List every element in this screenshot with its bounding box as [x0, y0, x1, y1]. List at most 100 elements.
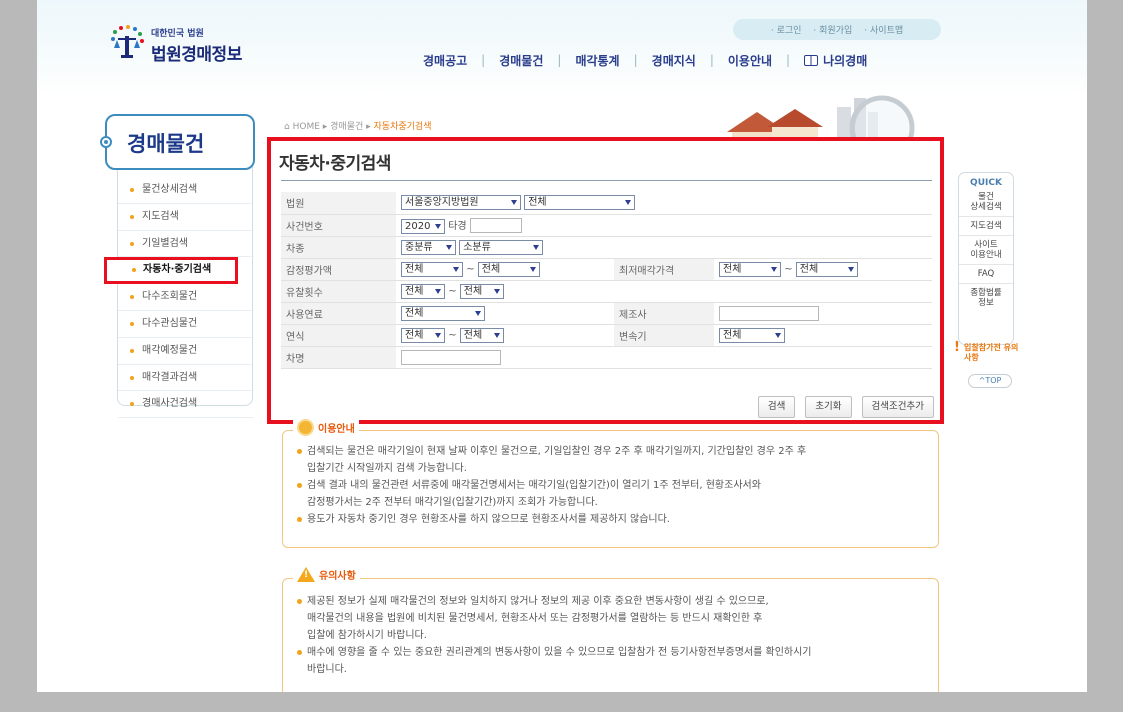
court-cell: 서울중앙지방법원 전체 — [396, 192, 932, 215]
caution-tag: ! 유의사항 — [293, 567, 360, 582]
maker-label: 제조사 — [614, 302, 714, 325]
guide-tag-label: 이용안내 — [318, 424, 355, 435]
org-subtitle: 대한민국 법원 — [151, 29, 204, 39]
caution-list: 제공된 정보가 실제 매각물건의 정보와 일치하지 않거나 정보의 제공 이후 … — [297, 593, 812, 678]
maker-cell — [714, 302, 932, 325]
gnb-my-auction-label: 나의경매 — [823, 53, 868, 68]
range-separator: ~ — [466, 263, 475, 275]
fuel-select[interactable]: 전체 — [401, 305, 485, 321]
breadcrumb-home[interactable]: HOME — [293, 122, 320, 132]
book-icon — [804, 54, 819, 66]
appraisal-from-select[interactable]: 전체 — [401, 261, 463, 277]
form-row-vehicle-name: 차명 — [281, 346, 932, 369]
guide-line: 감정평가서는 2주 전부터 매각기일(입찰기간)까지 조회가 가능합니다. — [307, 497, 598, 508]
bullet-icon — [100, 136, 112, 148]
fail-from-select[interactable]: 전체 — [401, 283, 445, 299]
case-year-select[interactable]: 2020 — [401, 218, 445, 234]
quick-map-search[interactable]: 지도검색 — [959, 217, 1013, 236]
range-separator: ~ — [448, 285, 457, 297]
maker-input[interactable] — [719, 305, 819, 321]
side-nav-item-vehicle-search[interactable]: 자동차·중기검색 — [104, 257, 238, 285]
kind-minor-select[interactable]: 소분류 — [459, 239, 544, 255]
add-conditions-button[interactable]: 검색조건추가 — [861, 396, 934, 418]
reset-button[interactable]: 초기화 — [805, 396, 852, 418]
min-price-to-select[interactable]: 전체 — [795, 261, 858, 277]
guide-line: 검색 결과 내의 물건관련 서류중에 매각물건명세서는 매각기일(입찰기간)이 … — [297, 477, 806, 494]
page: 대한민국 법원 법원경매정보 로그인 회원가입 사이트맵 경매공고| 경매물건|… — [37, 0, 1087, 692]
gnb-my-auction[interactable]: 나의경매 — [804, 52, 867, 69]
breadcrumb-level1[interactable]: 경매물건 — [330, 122, 363, 132]
min-price-from-select[interactable]: 전체 — [719, 261, 781, 277]
fail-count-label: 유찰횟수 — [281, 280, 396, 303]
appraisal-cell: 전체 ~ 전체 — [396, 258, 614, 281]
quick-legal-info[interactable]: 종합법률 정보 — [959, 284, 1013, 312]
side-nav-header: 경매물건 — [100, 114, 255, 170]
quick-detail-search[interactable]: 물건 상세검색 — [959, 188, 1013, 217]
gnb-notice[interactable]: 경매공고 — [423, 52, 467, 69]
min-price-cell: 전체 ~ 전체 — [714, 258, 932, 281]
range-separator: ~ — [784, 263, 793, 275]
global-nav: 경매공고 | 경매물건 | 매각통계 | 경매지식 | 이용안내 | 나의경매 — [423, 52, 868, 69]
side-nav-item-results[interactable]: 매각결과검색 — [118, 365, 254, 392]
guide-line: 입찰기간 시작일까지 검색 가능합니다. — [307, 463, 467, 474]
login-link[interactable]: 로그인 — [771, 23, 802, 36]
caution-box: ! 유의사항 제공된 정보가 실제 매각물건의 정보와 일치하지 않거나 정보의… — [282, 567, 939, 692]
side-nav-item-case-search[interactable]: 경매사건검색 — [118, 391, 254, 419]
side-nav-item-scheduled[interactable]: 매각예정물건 — [118, 338, 254, 365]
court-label: 법원 — [281, 192, 396, 215]
case-number-input[interactable] — [469, 218, 522, 233]
breadcrumb: ⌂ HOME ▸ 경매물건 ▸ 자동차중기검색 — [284, 122, 432, 132]
sitemap-link[interactable]: 사이트맵 — [864, 23, 903, 36]
model-year-to-select[interactable]: 전체 — [459, 327, 504, 343]
case-type-label: 타경 — [448, 220, 467, 232]
gnb-statistics[interactable]: 매각통계 — [575, 52, 619, 69]
gnb-guide[interactable]: 이용안내 — [728, 52, 772, 69]
gnb-items[interactable]: 경매물건 — [499, 52, 543, 69]
utility-links: 로그인 회원가입 사이트맵 — [733, 19, 941, 40]
quick-faq[interactable]: FAQ — [959, 265, 1013, 284]
kind-major-select[interactable]: 중분류 — [401, 239, 456, 255]
join-link[interactable]: 회원가입 — [813, 23, 852, 36]
appraisal-to-select[interactable]: 전체 — [477, 261, 540, 277]
search-form-panel: 자동차·중기검색 법원 서울중앙지방법원 전체 사건번호 2020 타경 차종 — [267, 137, 944, 424]
search-button[interactable]: 검색 — [757, 396, 796, 418]
title-divider — [281, 180, 932, 181]
side-nav-item-detail-search[interactable]: 물건상세검색 — [118, 177, 254, 204]
top-button[interactable]: ^TOP — [968, 374, 1012, 388]
form-row-appraisal: 감정평가액 전체 ~ 전체 최저매각가격 전체 ~ 전체 — [281, 258, 932, 281]
gnb-knowledge[interactable]: 경매지식 — [652, 52, 696, 69]
site-logo[interactable]: 대한민국 법원 법원경매정보 — [109, 22, 259, 65]
bid-notice-label: 입찰참가전 유의사항 — [964, 343, 1019, 362]
search-form-table: 법원 서울중앙지방법원 전체 사건번호 2020 타경 차종 중분류 소분류 감… — [281, 192, 932, 369]
transmission-select[interactable]: 전체 — [719, 327, 785, 343]
appraisal-label: 감정평가액 — [281, 258, 396, 281]
caution-line: 제공된 정보가 실제 매각물건의 정보와 일치하지 않거나 정보의 제공 이후 … — [297, 593, 812, 610]
fail-to-select[interactable]: 전체 — [459, 283, 504, 299]
vehicle-name-input[interactable] — [401, 349, 501, 365]
side-nav-item-map-search[interactable]: 지도검색 — [118, 204, 254, 231]
side-nav-item-date-search[interactable]: 기일별검색 — [118, 231, 254, 258]
guide-tag: 이용안내 — [293, 419, 359, 436]
side-nav-title: 경매물건 — [127, 132, 205, 156]
quick-site-guide[interactable]: 사이트 이용안내 — [959, 236, 1013, 265]
warning-icon: ! — [297, 567, 315, 582]
form-row-fail-count: 유찰횟수 전체 ~ 전체 — [281, 280, 932, 303]
court-select[interactable]: 서울중앙지방법원 — [401, 195, 521, 211]
form-row-model-year: 연식 전체 ~ 전체 변속기 전체 — [281, 324, 932, 347]
side-nav-item-most-interest[interactable]: 다수관심물건 — [118, 311, 254, 338]
transmission-label: 변속기 — [614, 324, 714, 347]
exclamation-icon: ! — [954, 340, 960, 355]
side-nav-item-most-viewed[interactable]: 다수조회물건 — [118, 284, 254, 311]
quick-menu-title: QUICK — [970, 178, 1002, 188]
caution-line: 매각물건의 내용을 법원에 비치된 물건명세서, 현황조사서 또는 감정평가서를… — [307, 613, 763, 624]
transmission-cell: 전체 — [714, 324, 932, 347]
caution-tag-label: 유의사항 — [319, 571, 356, 582]
case-cell: 2020 타경 — [396, 214, 932, 237]
range-separator: ~ — [448, 329, 457, 341]
form-buttons: 검색 초기화 검색조건추가 — [757, 396, 934, 418]
bid-notice-link[interactable]: ! 입찰참가전 유의사항 — [954, 340, 1022, 363]
caution-line: 입찰에 참가하시기 바랍니다. — [307, 630, 427, 641]
court-division-select[interactable]: 전체 — [524, 195, 636, 211]
guide-line: 검색되는 물건은 매각기일이 현재 날짜 이후인 물건으로, 기일입찰인 경우 … — [297, 443, 806, 460]
model-year-from-select[interactable]: 전체 — [401, 327, 445, 343]
